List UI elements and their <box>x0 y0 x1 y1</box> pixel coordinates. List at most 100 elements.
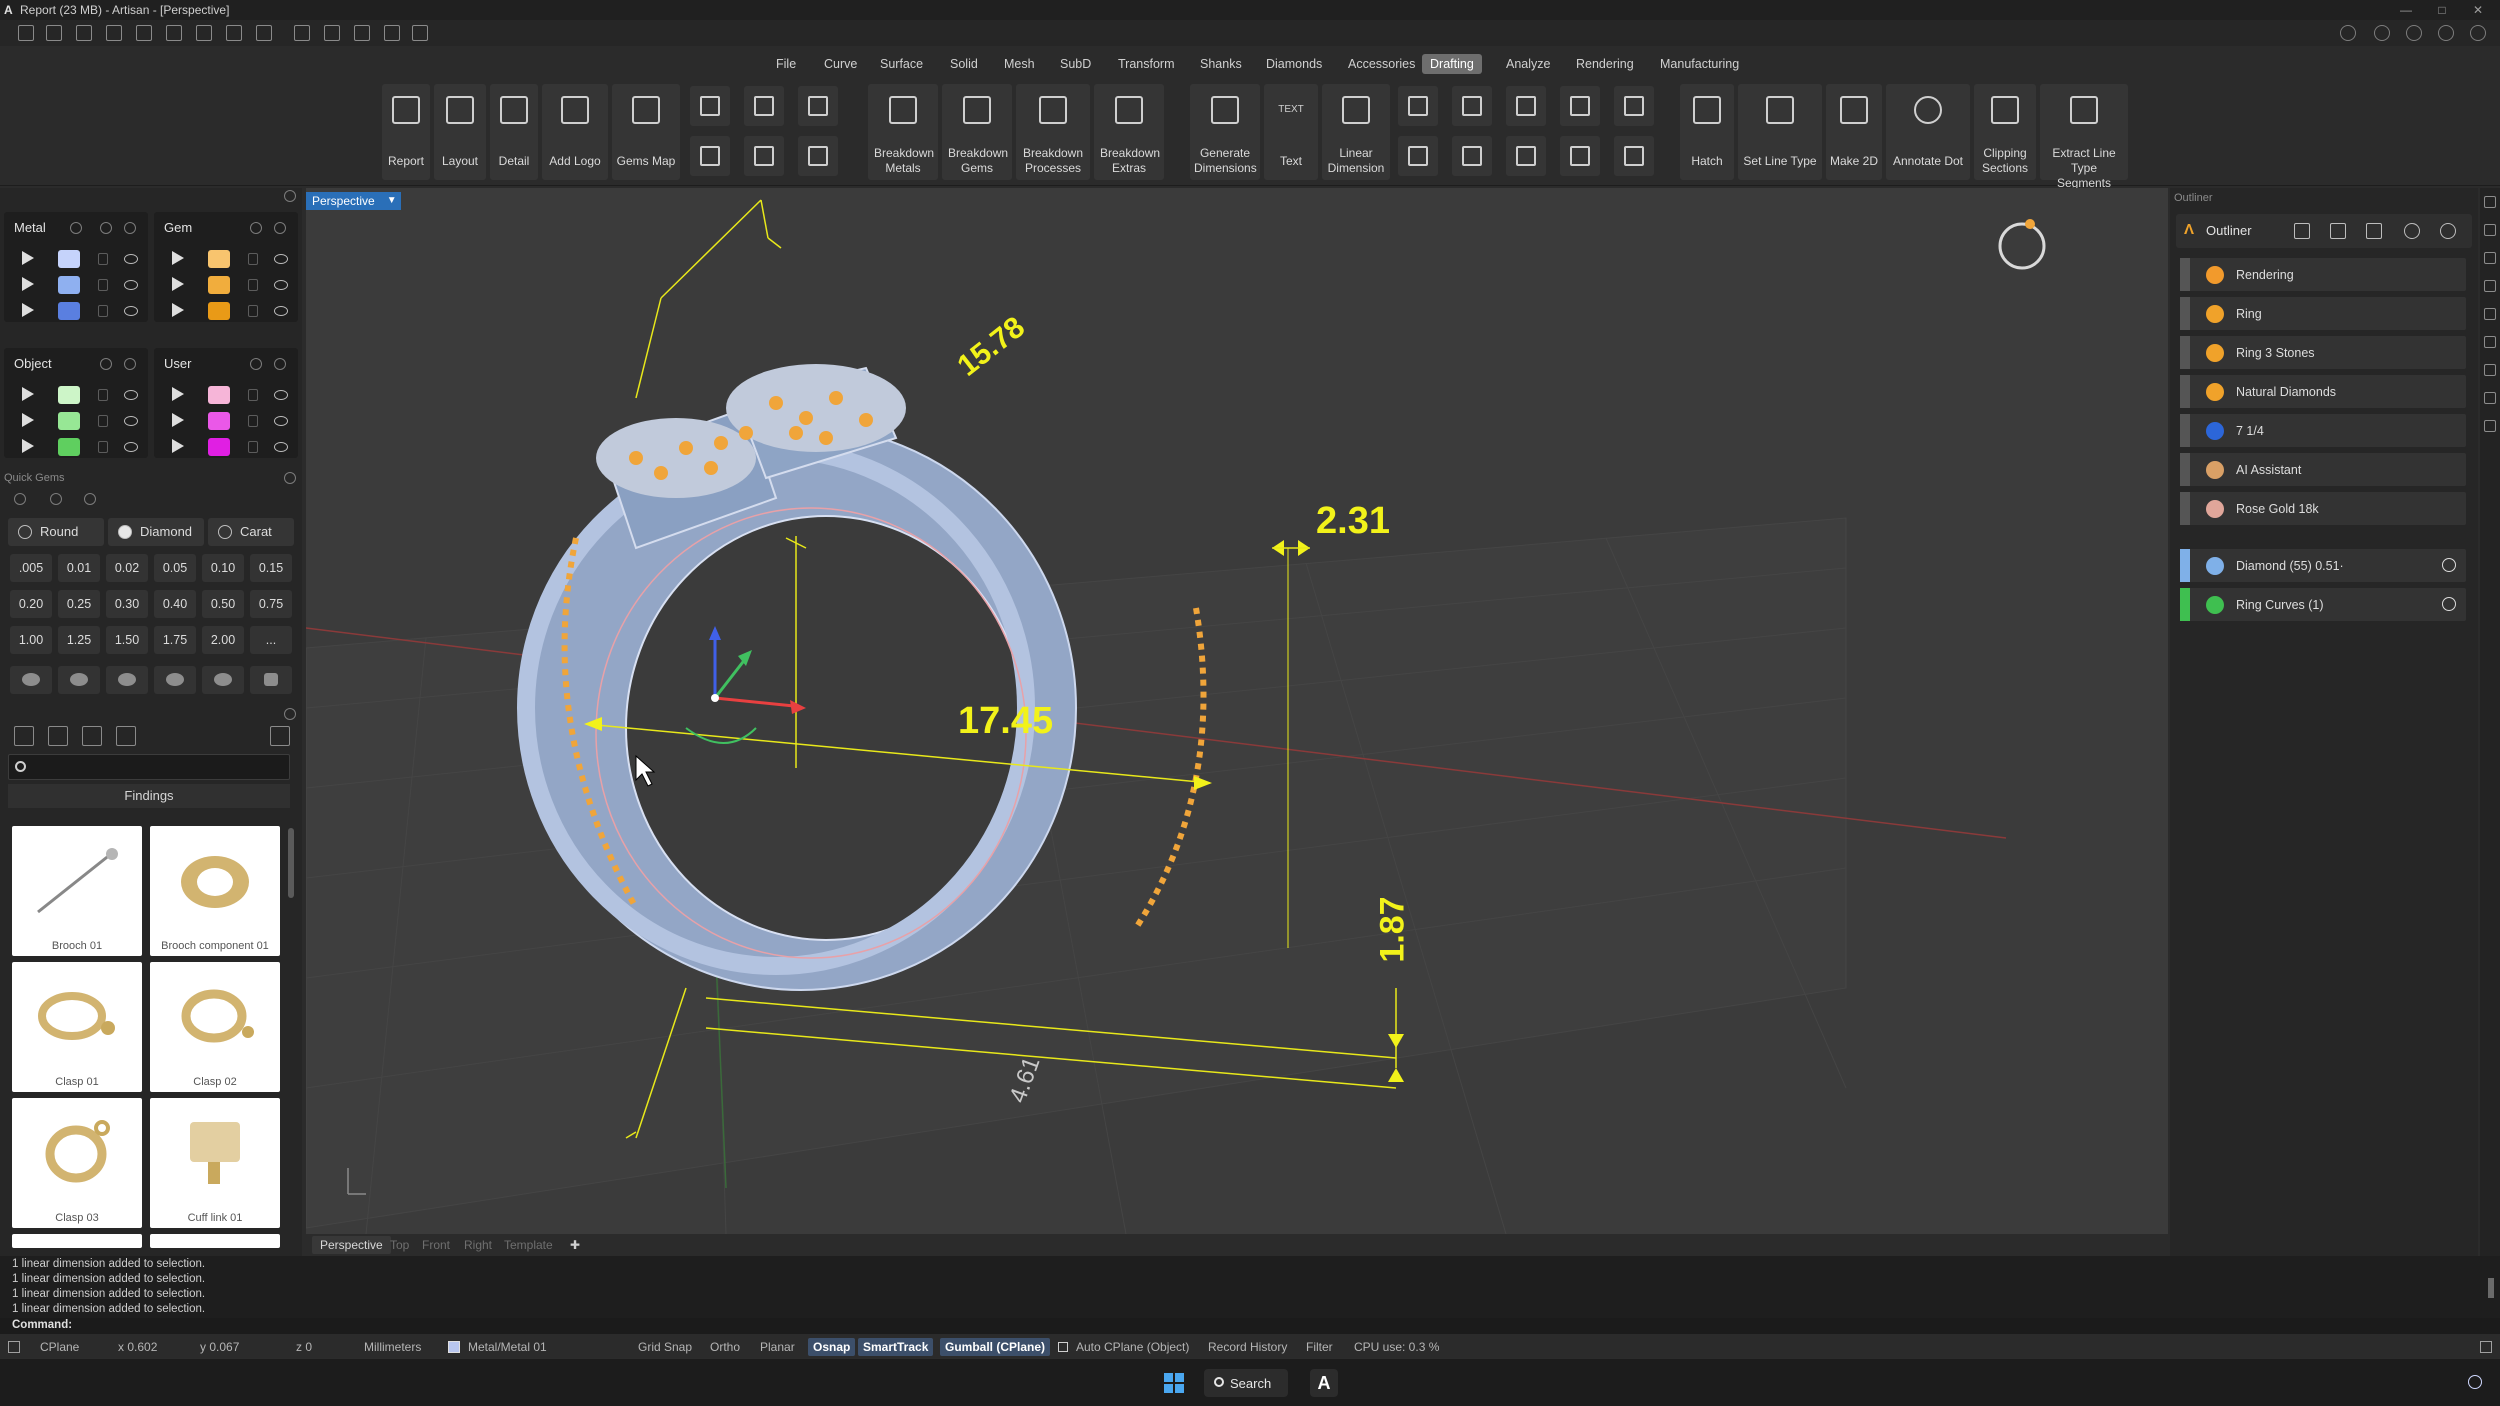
object-lock-icon[interactable] <box>100 358 112 370</box>
save-icon[interactable] <box>196 25 212 41</box>
eye-icon[interactable] <box>124 280 138 290</box>
gem-tool-icon[interactable] <box>412 25 428 41</box>
eye-icon[interactable] <box>124 254 138 264</box>
layers-settings-icon[interactable] <box>284 190 296 202</box>
help-icon[interactable] <box>2438 25 2454 41</box>
refresh-icon[interactable] <box>2404 223 2420 239</box>
leader-button[interactable] <box>1614 86 1654 126</box>
eye-icon[interactable] <box>274 442 288 452</box>
library-grid-icon[interactable] <box>116 726 136 746</box>
metal-material-icon[interactable] <box>70 222 82 234</box>
balance-icon[interactable] <box>2330 223 2346 239</box>
gem-layer-row[interactable] <box>162 274 290 296</box>
metal-swatch-2[interactable] <box>58 276 80 294</box>
user-swatch-1[interactable] <box>208 386 230 404</box>
report-copy-button[interactable] <box>798 86 838 126</box>
breakdown-processes-button[interactable]: Breakdown Processes <box>1016 84 1090 180</box>
rotated-dimension-button[interactable] <box>1398 136 1438 176</box>
library-item-clasp-02[interactable]: Clasp 02 <box>150 962 280 1092</box>
menu-mesh[interactable]: Mesh <box>996 54 1043 74</box>
license-icon[interactable] <box>2470 25 2486 41</box>
eye-icon[interactable] <box>124 306 138 316</box>
tab-front[interactable]: Front <box>414 1236 458 1254</box>
gem-swatch-3[interactable] <box>208 302 230 320</box>
eye-icon[interactable] <box>124 390 138 400</box>
eye-icon[interactable] <box>274 416 288 426</box>
object-swatch-1[interactable] <box>58 386 80 404</box>
gem-unit-button[interactable]: Carat <box>208 518 294 546</box>
select-tool-icon[interactable] <box>294 25 310 41</box>
snap-tool-icon[interactable] <box>354 25 370 41</box>
play-icon[interactable] <box>22 413 34 427</box>
play-icon[interactable] <box>22 387 34 401</box>
artisan-taskbar-icon[interactable]: A <box>1310 1369 1338 1397</box>
gem-size-button[interactable]: ... <box>250 626 292 654</box>
windows-start-icon[interactable] <box>1164 1373 1184 1393</box>
tab-template[interactable]: Template <box>496 1236 561 1254</box>
filter-toggle[interactable]: Filter <box>1306 1340 1333 1354</box>
library-back-icon[interactable] <box>270 726 290 746</box>
auto-cplane-checkbox[interactable] <box>1058 1342 1068 1352</box>
open-file-icon[interactable] <box>76 25 92 41</box>
play-icon[interactable] <box>172 251 184 265</box>
user-layer-row[interactable] <box>162 436 290 458</box>
viewport-label-dropdown[interactable]: Perspective ▼ <box>306 192 401 210</box>
menu-rendering[interactable]: Rendering <box>1568 54 1642 74</box>
menu-diamonds[interactable]: Diamonds <box>1258 54 1330 74</box>
cloud-icon[interactable] <box>2340 25 2356 41</box>
gem-size-button[interactable]: 1.25 <box>58 626 100 654</box>
outliner-item[interactable]: Rose Gold 18k <box>2180 492 2466 525</box>
gem-size-button[interactable]: 0.02 <box>106 554 148 582</box>
angle-45-dimension-button[interactable] <box>1506 86 1546 126</box>
gem-size-button[interactable]: 2.00 <box>202 626 244 654</box>
eye-icon[interactable] <box>2442 558 2456 572</box>
export-icon[interactable] <box>256 25 272 41</box>
object-swatch-3[interactable] <box>58 438 80 456</box>
dimension-label[interactable]: 17.45 <box>958 700 1053 743</box>
menu-manufacturing[interactable]: Manufacturing <box>1652 54 1747 74</box>
outliner-item[interactable]: Diamond (55) 0.51· <box>2180 549 2466 582</box>
library-item-brooch-01[interactable]: Brooch 01 <box>12 826 142 956</box>
user-swatch-2[interactable] <box>208 412 230 430</box>
open-folder-icon[interactable] <box>106 25 122 41</box>
gem-visibility-icon[interactable] <box>274 222 286 234</box>
object-swatch-2[interactable] <box>58 412 80 430</box>
gem-lock-icon[interactable] <box>250 222 262 234</box>
grid-snap-toggle[interactable]: Grid Snap <box>638 1340 692 1354</box>
taskbar-search-button[interactable]: Search <box>1204 1369 1288 1397</box>
menu-shanks[interactable]: Shanks <box>1192 54 1250 74</box>
play-icon[interactable] <box>22 251 34 265</box>
outliner-item[interactable]: Ring <box>2180 297 2466 330</box>
ortho-toggle[interactable]: Ortho <box>710 1340 740 1354</box>
help-icon[interactable] <box>2440 223 2456 239</box>
metal-layer-row[interactable] <box>12 248 140 270</box>
aligned-dimension-button[interactable] <box>1398 86 1438 126</box>
metal-lock-icon[interactable] <box>100 222 112 234</box>
gumball-toggle[interactable]: Gumball (CPlane) <box>940 1338 1051 1356</box>
panel-settings-icon[interactable] <box>2484 196 2496 208</box>
menu-surface[interactable]: Surface <box>872 54 931 74</box>
set-line-type-button[interactable]: Set Line Type <box>1738 84 1822 180</box>
gem-swatch-2[interactable] <box>208 276 230 294</box>
gem-layer-row[interactable] <box>162 300 290 322</box>
gem-shape-option[interactable] <box>106 666 148 694</box>
report-paste-button[interactable] <box>798 136 838 176</box>
user-lock-icon[interactable] <box>250 358 262 370</box>
object-layer-row[interactable] <box>12 410 140 432</box>
menu-analyze[interactable]: Analyze <box>1498 54 1558 74</box>
library-category-dropdown[interactable]: Findings <box>8 784 290 808</box>
transform-tool-icon[interactable] <box>324 25 340 41</box>
text-button[interactable]: TEXT Text <box>1264 84 1318 180</box>
lock-icon[interactable] <box>248 415 258 427</box>
view-gizmo-icon[interactable] <box>1998 222 2046 270</box>
materials-tab-icon[interactable] <box>2484 392 2496 404</box>
auto-cplane-toggle[interactable]: Auto CPlane (Object) <box>1076 1340 1189 1354</box>
outliner-item[interactable]: Ring 3 Stones <box>2180 336 2466 369</box>
library-folder-icon[interactable] <box>14 726 34 746</box>
history-scrollbar[interactable] <box>2488 1278 2494 1298</box>
metal-swatch-1[interactable] <box>58 250 80 268</box>
layout-button[interactable]: Layout <box>434 84 486 180</box>
gem-shape-option[interactable] <box>202 666 244 694</box>
metal-swatch-3[interactable] <box>58 302 80 320</box>
gem-size-button[interactable]: 1.75 <box>154 626 196 654</box>
